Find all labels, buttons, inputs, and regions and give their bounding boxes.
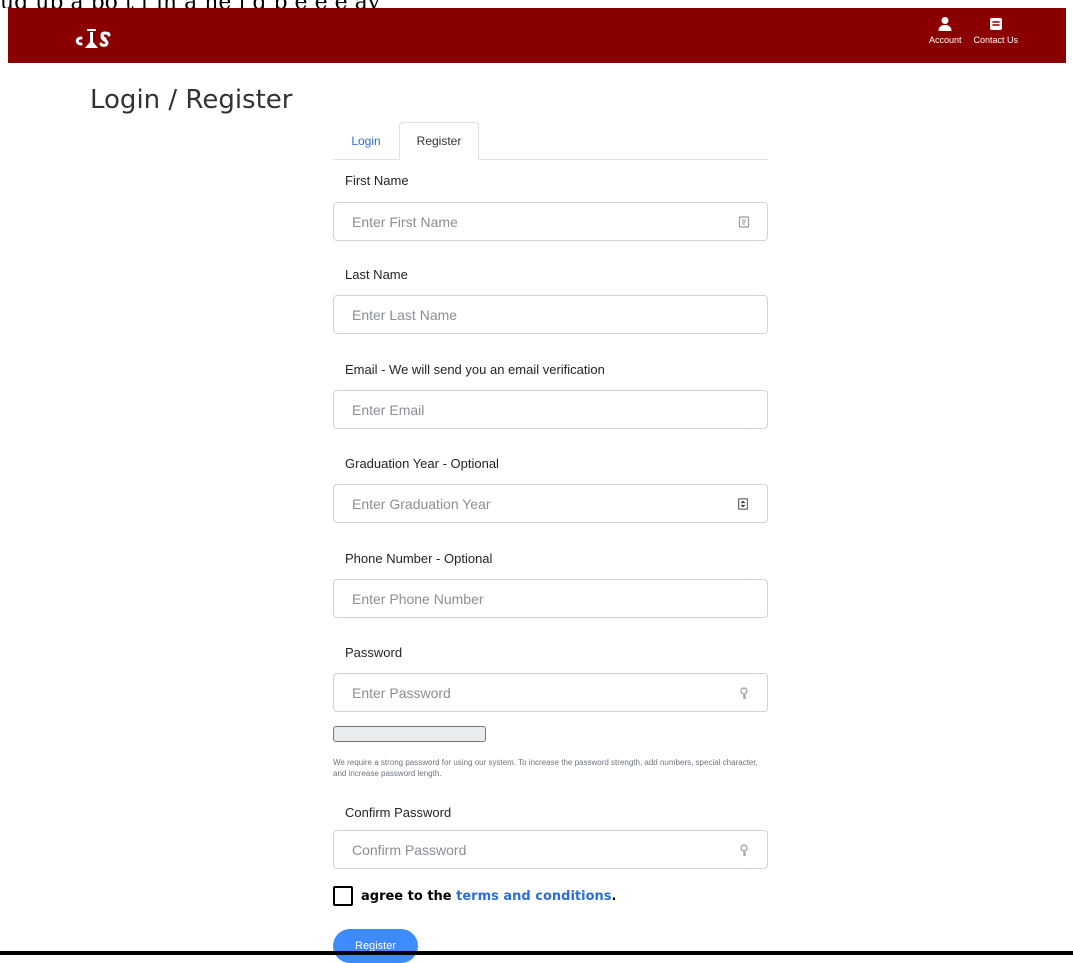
password-input[interactable] <box>334 674 767 711</box>
reveal-password-icon[interactable] <box>737 686 751 700</box>
tab-login[interactable]: Login <box>333 122 399 160</box>
terms-link[interactable]: terms and conditions <box>456 889 611 904</box>
graduation-year-label: Graduation Year - Optional <box>345 456 499 471</box>
graduation-year-field <box>333 484 768 523</box>
contact-icon <box>989 18 1002 30</box>
top-overlay-text: ud up a po t f in a ne i g p e e e ay <box>0 0 1073 8</box>
autofill-icon[interactable] <box>737 215 751 229</box>
terms-suffix: . <box>611 888 617 904</box>
number-stepper-icon[interactable] <box>737 495 749 513</box>
phone-field <box>333 579 768 618</box>
top-navbar: Account Contact Us <box>8 8 1066 63</box>
contact-label: Contact Us <box>973 35 1018 45</box>
confirm-password-label: Confirm Password <box>345 805 452 820</box>
password-help-text: We require a strong password for using o… <box>333 758 758 778</box>
last-name-label: Last Name <box>345 267 408 282</box>
email-label: Email - We will send you an email verifi… <box>345 362 605 377</box>
password-label: Password <box>345 645 403 660</box>
bottom-divider <box>0 951 1073 955</box>
logo-icon <box>75 29 111 48</box>
phone-label: Phone Number - Optional <box>345 551 493 566</box>
register-button[interactable]: Register <box>333 929 418 963</box>
first-name-label: First Name <box>345 173 409 188</box>
page-title: Login / Register <box>90 85 293 115</box>
first-name-field <box>333 202 768 241</box>
site-logo[interactable] <box>74 22 126 50</box>
contact-nav-item[interactable]: Contact Us <box>973 16 1018 46</box>
reveal-confirm-password-icon[interactable] <box>737 843 751 857</box>
last-name-field <box>333 295 768 334</box>
terms-prefix: agree to the <box>361 888 452 904</box>
password-field <box>333 673 768 712</box>
confirm-password-input[interactable] <box>334 831 767 868</box>
graduation-year-input[interactable] <box>334 485 767 522</box>
first-name-input[interactable] <box>334 203 767 240</box>
header-nav: Account Contact Us <box>929 16 1018 46</box>
tab-register[interactable]: Register <box>399 122 479 160</box>
account-nav-item[interactable]: Account <box>928 16 962 46</box>
email-field <box>333 390 768 429</box>
terms-agreement-row: agree to the terms and conditions. <box>333 886 616 906</box>
password-strength-bar <box>333 726 486 742</box>
last-name-input[interactable] <box>334 296 767 333</box>
auth-tabs: Login Register <box>333 122 768 160</box>
account-label: Account <box>928 35 962 45</box>
phone-input[interactable] <box>334 580 767 617</box>
email-input[interactable] <box>334 391 767 428</box>
terms-checkbox[interactable] <box>333 886 353 906</box>
account-icon <box>938 17 952 31</box>
terms-agreement-text: agree to the terms and conditions. <box>361 889 616 904</box>
confirm-password-field <box>333 830 768 869</box>
